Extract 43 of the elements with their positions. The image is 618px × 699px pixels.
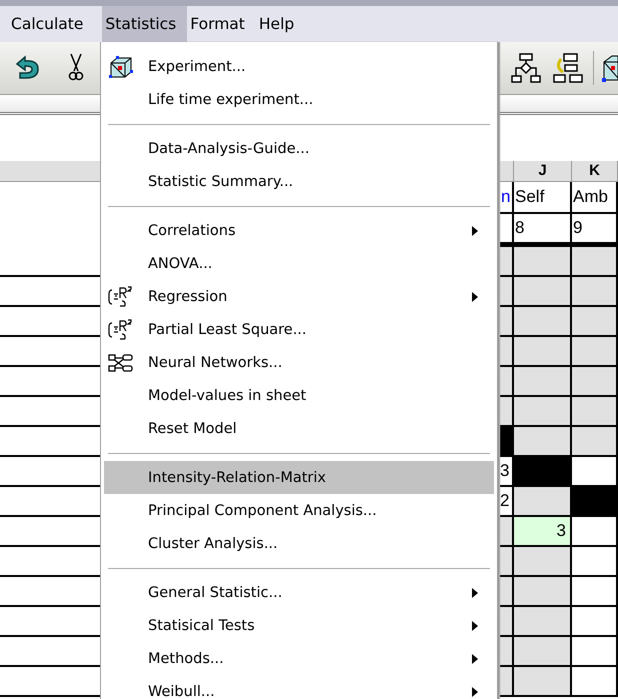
table-cell: Self bbox=[514, 182, 572, 214]
menu-item[interactable]: ANOVA... bbox=[104, 247, 494, 280]
submenu-arrow-icon bbox=[472, 588, 478, 598]
menu-item[interactable]: Partial Least Square... bbox=[104, 313, 494, 346]
table-cell: 3 bbox=[514, 517, 572, 547]
formula-icon bbox=[108, 318, 134, 340]
menu-item[interactable]: Principal Component Analysis... bbox=[104, 494, 494, 527]
scissors-icon[interactable] bbox=[68, 53, 84, 83]
menu-item[interactable]: Life time experiment... bbox=[104, 83, 494, 116]
menu-bar-item[interactable]: Statistics bbox=[102, 6, 188, 42]
menu-bar-item[interactable]: Help bbox=[256, 6, 306, 42]
menu-item[interactable]: Reset Model bbox=[104, 412, 494, 445]
table-cell: 3 bbox=[500, 457, 514, 487]
menu-item[interactable]: Weibull... bbox=[104, 675, 494, 699]
menu-item[interactable]: Correlations bbox=[104, 214, 494, 247]
menu-item[interactable]: Statisical Tests bbox=[104, 609, 494, 642]
submenu-arrow-icon bbox=[472, 226, 478, 236]
menu-item[interactable]: General Statistic... bbox=[104, 576, 494, 609]
submenu-arrow-icon bbox=[472, 292, 478, 302]
network-icon bbox=[108, 352, 134, 374]
menu-item[interactable]: Methods... bbox=[104, 642, 494, 675]
formula-icon bbox=[108, 286, 134, 308]
flowchart-icon[interactable] bbox=[553, 53, 583, 83]
menu-item[interactable]: Intensity-Relation-Matrix bbox=[104, 461, 494, 494]
cube-icon bbox=[108, 56, 134, 78]
menu-bar-item[interactable]: Format bbox=[187, 6, 256, 42]
table-cell: 8 bbox=[514, 214, 572, 244]
menu-item[interactable]: Neural Networks... bbox=[104, 346, 494, 379]
menu-item[interactable]: Data-Analysis-Guide... bbox=[104, 132, 494, 165]
flowchart-icon[interactable] bbox=[511, 53, 541, 83]
menu-bar-item[interactable]: Calculate bbox=[8, 6, 94, 42]
submenu-arrow-icon bbox=[472, 621, 478, 631]
menu-item[interactable]: Statistic Summary... bbox=[104, 165, 494, 198]
menu-item[interactable]: Cluster Analysis... bbox=[104, 527, 494, 560]
menu-item[interactable]: Experiment... bbox=[104, 50, 494, 83]
table-cell: n bbox=[500, 182, 514, 214]
submenu-arrow-icon bbox=[472, 687, 478, 697]
menu-item[interactable]: Regression bbox=[104, 280, 494, 313]
menu-item[interactable]: Model-values in sheet bbox=[104, 379, 494, 412]
table-cell: 9 bbox=[572, 214, 618, 244]
table-cell: 2 bbox=[500, 487, 514, 517]
table-cell: Amb bbox=[572, 182, 618, 214]
submenu-arrow-icon bbox=[472, 654, 478, 664]
